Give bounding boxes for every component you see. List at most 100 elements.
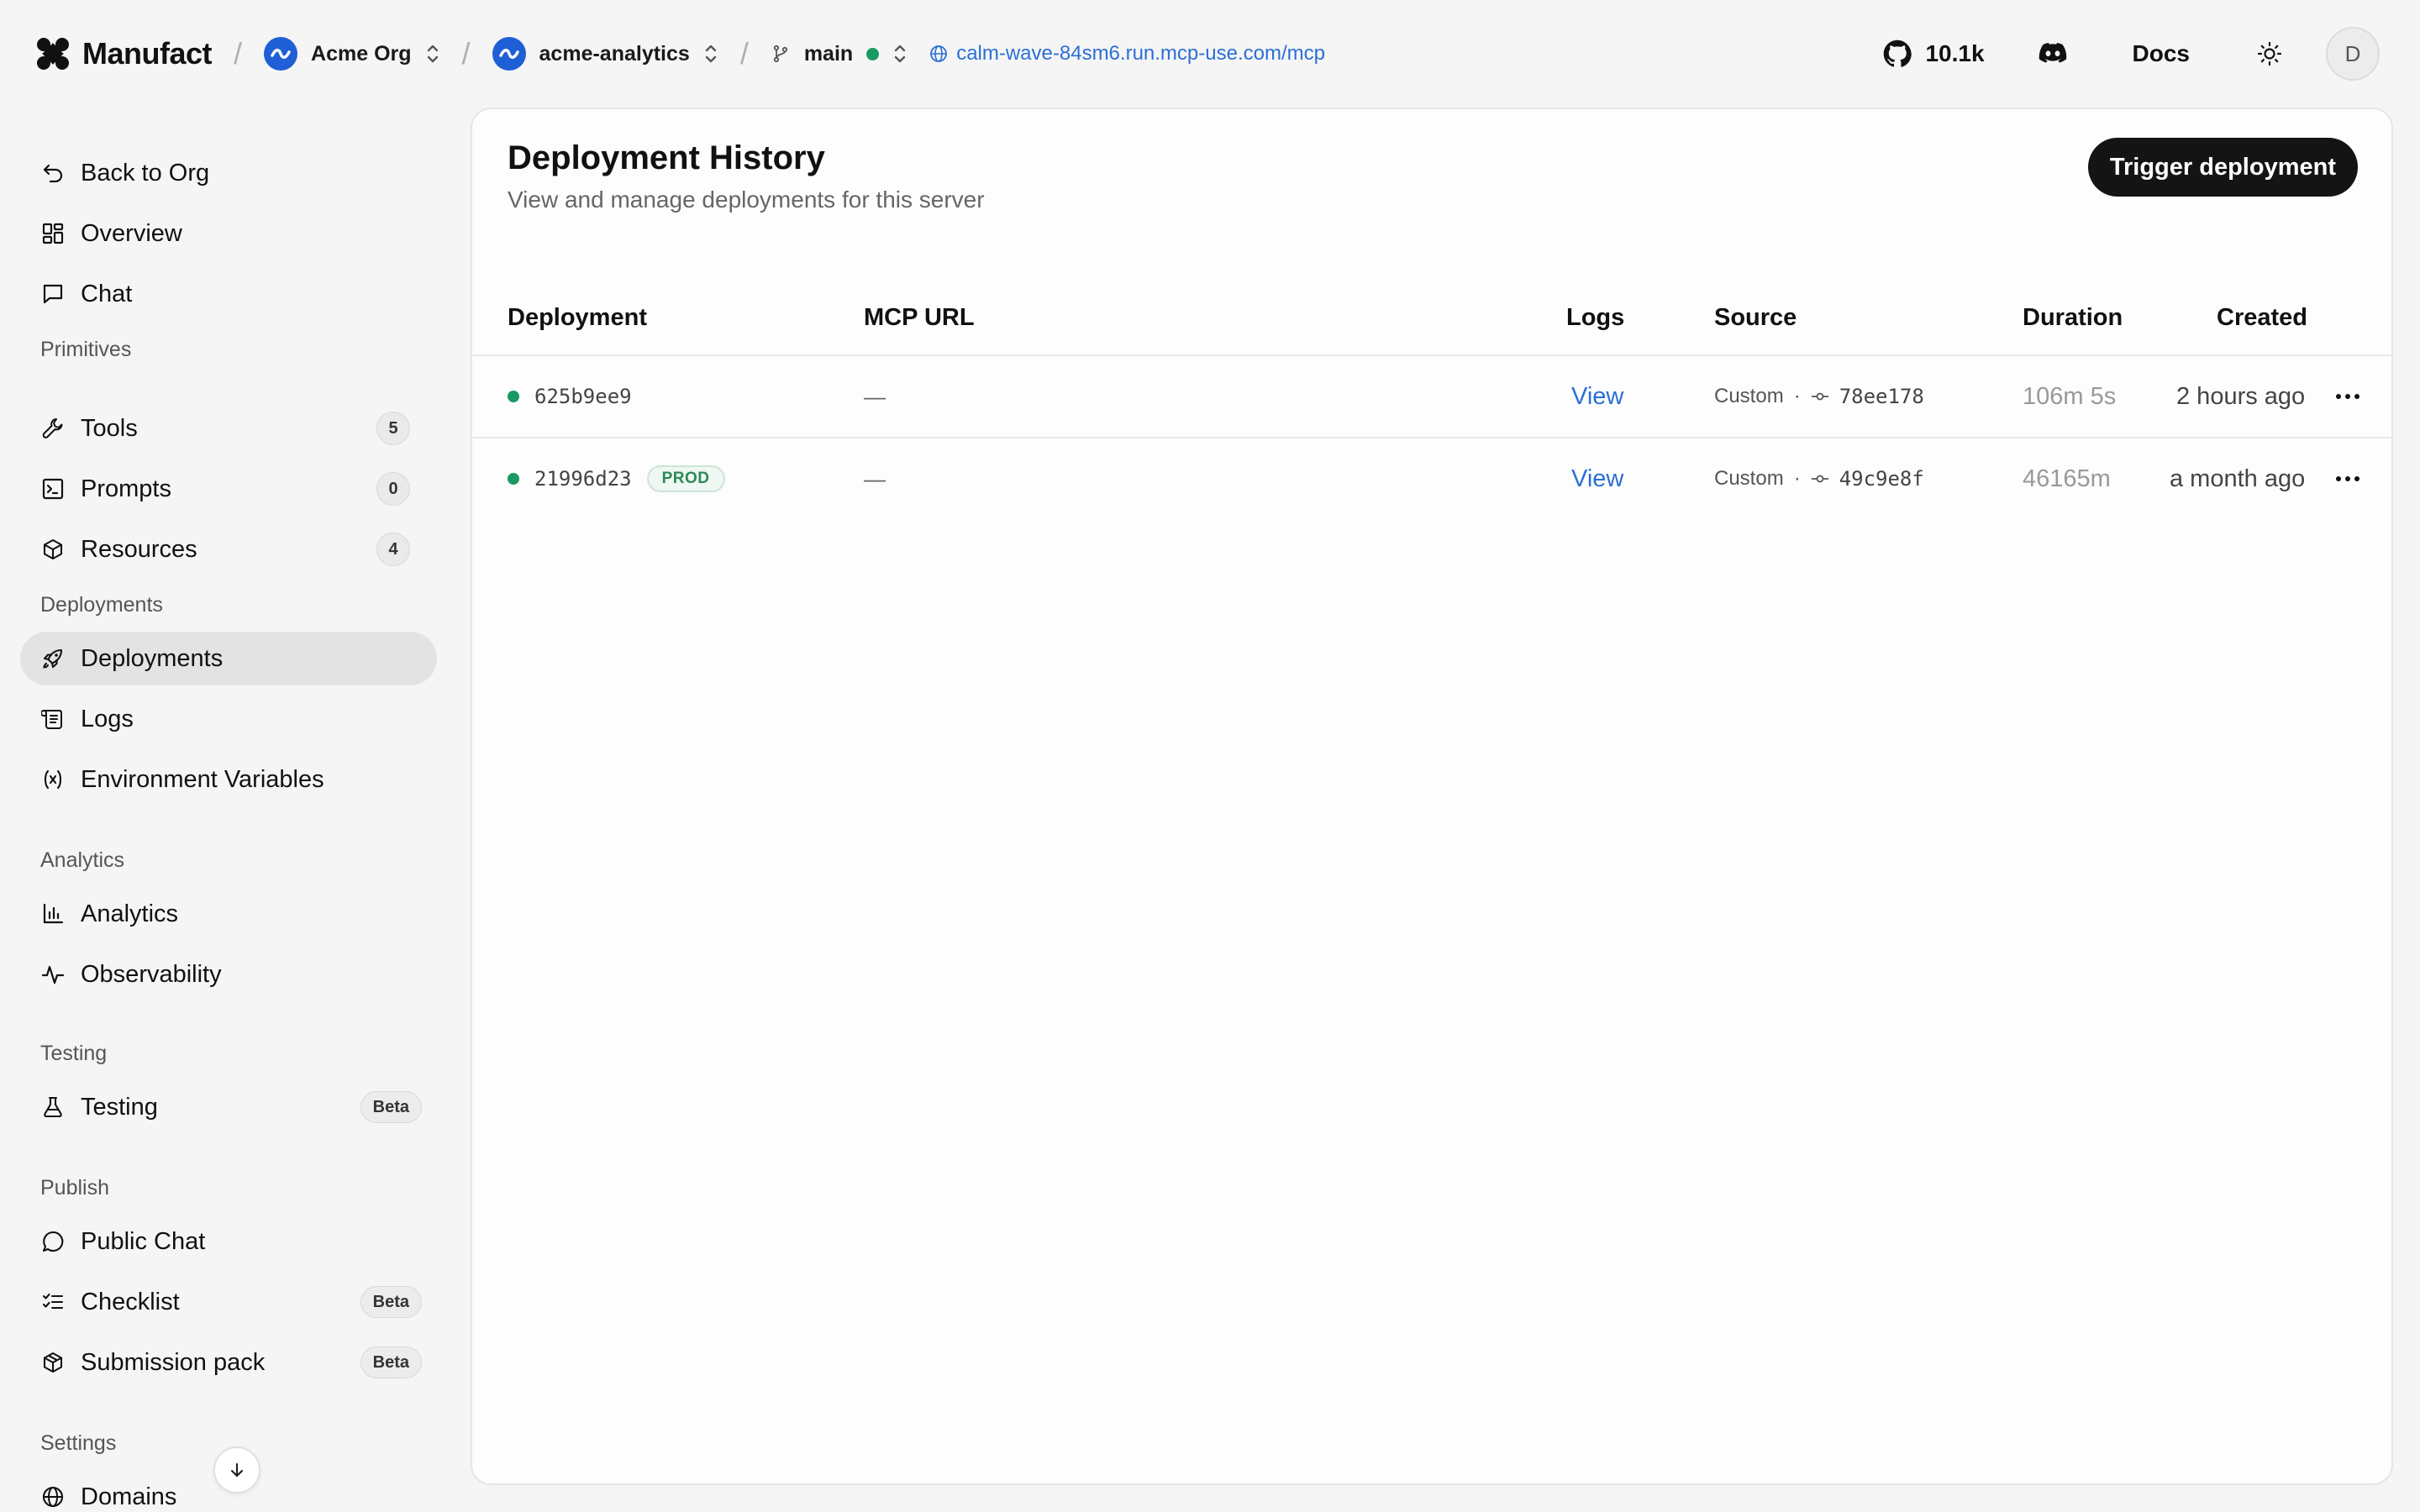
view-logs-link[interactable]: View	[1571, 356, 1623, 437]
github-stars-link[interactable]: 10.1k	[1883, 39, 1985, 68]
sidebar-item-environment-variables[interactable]: Environment Variables	[20, 753, 437, 806]
server-url-link[interactable]: calm-wave-84sm6.run.mcp-use.com/mcp	[929, 42, 1325, 66]
docs-link[interactable]: Docs	[2133, 40, 2190, 67]
sidebar-item-label: Public Chat	[81, 1227, 206, 1255]
sidebar-item-overview[interactable]: Overview	[20, 207, 437, 260]
beta-badge: Beta	[360, 1091, 422, 1123]
chevron-up-down-icon	[703, 43, 718, 65]
sidebar-item-label: Analytics	[81, 900, 179, 927]
table-row[interactable]: 625b9ee9 — View Custom · 78ee178 106m 5s…	[472, 356, 2391, 437]
package-icon	[40, 1350, 66, 1375]
discord-link[interactable]	[2039, 42, 2067, 66]
beta-badge: Beta	[360, 1286, 422, 1318]
sidebar-item-label: Resources	[81, 535, 197, 563]
sidebar-item-label: Observability	[81, 960, 222, 988]
resources-count-badge: 4	[376, 533, 410, 566]
cube-icon	[40, 537, 66, 562]
terminal-icon	[40, 476, 66, 501]
org-switcher[interactable]: Acme Org	[264, 37, 439, 71]
section-title-publish: Publish	[40, 1176, 109, 1200]
column-header-created: Created	[2217, 304, 2307, 331]
commit-hash[interactable]: 78ee178	[1839, 385, 1924, 408]
deployment-status-dot	[508, 391, 519, 402]
sidebar: Back to Org Overview Chat Primitives Too…	[20, 118, 437, 1512]
message-circle-icon	[40, 1229, 66, 1254]
sidebar-item-observability[interactable]: Observability	[20, 948, 437, 1001]
sidebar-item-label: Tools	[81, 414, 138, 442]
sidebar-item-deployments[interactable]: Deployments	[20, 632, 437, 685]
sidebar-item-label: Chat	[81, 280, 133, 307]
column-header-logs: Logs	[1566, 304, 1625, 331]
variable-icon	[40, 767, 66, 792]
table-row[interactable]: 21996d23 PROD — View Custom · 49c9e8f 46…	[472, 438, 2391, 519]
created-value: 2 hours ago	[2176, 382, 2306, 410]
commit-hash[interactable]: 49c9e8f	[1839, 467, 1924, 491]
sidebar-item-public-chat[interactable]: Public Chat	[20, 1215, 437, 1268]
column-header-deployment: Deployment	[508, 304, 647, 331]
source-type: Custom	[1714, 467, 1784, 490]
beta-badge: Beta	[360, 1347, 422, 1378]
source-separator: ·	[1793, 385, 1801, 407]
column-header-duration: Duration	[2023, 304, 2123, 331]
brand-name: Manufact	[82, 36, 213, 71]
flask-icon	[40, 1095, 66, 1120]
branch-name: main	[803, 41, 854, 66]
sidebar-item-label: Checklist	[81, 1288, 180, 1315]
manufact-logo-icon	[35, 36, 71, 71]
section-title-deployments: Deployments	[40, 593, 163, 617]
sun-icon	[2257, 41, 2282, 66]
sidebar-item-label: Back to Org	[81, 159, 210, 186]
scroll-text-icon	[40, 706, 66, 732]
sidebar-item-resources[interactable]: Resources 4	[20, 522, 437, 576]
more-horizontal-icon	[2335, 475, 2360, 482]
column-header-mcp-url: MCP URL	[864, 304, 975, 331]
org-name: Acme Org	[311, 41, 412, 66]
deployment-status-dot	[508, 473, 519, 485]
sidebar-item-prompts[interactable]: Prompts 0	[20, 462, 437, 516]
sidebar-item-checklist[interactable]: Checklist Beta	[20, 1275, 437, 1329]
scroll-down-button[interactable]	[213, 1446, 260, 1494]
row-actions-button[interactable]	[2331, 356, 2365, 437]
project-switcher[interactable]: acme-analytics	[492, 37, 718, 71]
section-title-testing: Testing	[40, 1042, 108, 1065]
breadcrumb-separator: /	[234, 36, 243, 71]
page-title: Deployment History	[508, 139, 825, 176]
git-commit-icon	[1811, 473, 1829, 485]
sidebar-item-submission-pack[interactable]: Submission pack Beta	[20, 1336, 437, 1389]
sidebar-item-analytics[interactable]: Analytics	[20, 887, 437, 941]
duration-value: 106m 5s	[2023, 382, 2117, 410]
sidebar-item-label: Testing	[81, 1093, 158, 1121]
sidebar-item-label: Overview	[81, 219, 182, 247]
avatar[interactable]: D	[2326, 27, 2380, 81]
sidebar-item-tools[interactable]: Tools 5	[20, 402, 437, 455]
section-title-analytics: Analytics	[40, 848, 125, 872]
sidebar-item-testing[interactable]: Testing Beta	[20, 1080, 437, 1134]
sidebar-item-back-to-org[interactable]: Back to Org	[20, 146, 437, 200]
breadcrumb-separator: /	[461, 36, 471, 71]
theme-toggle[interactable]	[2257, 41, 2282, 66]
row-actions-button[interactable]	[2331, 438, 2365, 519]
branch-status-dot	[866, 47, 880, 60]
chevron-up-down-icon	[892, 43, 908, 65]
sidebar-item-label: Prompts	[81, 475, 171, 502]
arrow-down-icon	[228, 1461, 246, 1479]
brand[interactable]: Manufact	[35, 36, 213, 71]
mcp-url-value: —	[864, 465, 886, 491]
column-header-source: Source	[1714, 304, 1797, 331]
branch-switcher[interactable]: main	[771, 42, 908, 66]
sidebar-item-chat[interactable]: Chat	[20, 267, 437, 321]
top-right-actions: 10.1k Docs D	[1883, 0, 2380, 108]
view-logs-link[interactable]: View	[1571, 438, 1623, 519]
project-logo-icon	[492, 37, 526, 71]
git-branch-icon	[771, 44, 791, 64]
discord-icon	[2039, 42, 2067, 66]
sidebar-item-logs[interactable]: Logs	[20, 692, 437, 746]
source-cell: Custom · 49c9e8f	[1714, 438, 1924, 519]
trigger-deployment-button[interactable]: Trigger deployment	[2087, 138, 2358, 197]
deployment-id-cell: 21996d23 PROD	[508, 438, 725, 519]
activity-icon	[40, 962, 66, 987]
globe-icon	[40, 1484, 66, 1509]
sidebar-item-label: Deployments	[81, 644, 224, 672]
deployment-id: 21996d23	[534, 467, 632, 491]
source-type: Custom	[1714, 385, 1784, 407]
